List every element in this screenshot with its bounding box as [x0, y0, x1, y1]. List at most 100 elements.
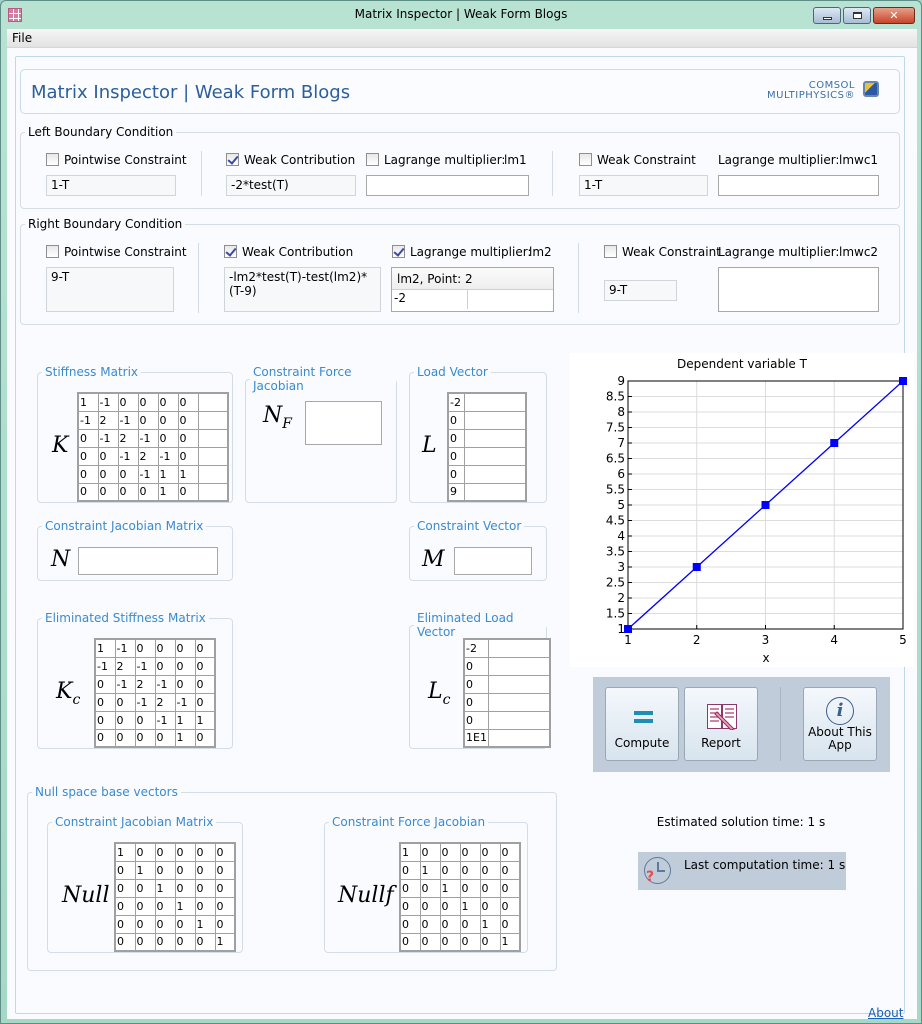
eliminated-load-table[interactable]: -2 0 0 0 0 1E1	[463, 638, 552, 748]
matrix-cell[interactable]: 0	[459, 914, 481, 934]
matrix-cell[interactable]	[197, 464, 229, 484]
matrix-cell[interactable]: 1	[94, 638, 116, 658]
matrix-cell[interactable]: 0	[447, 464, 465, 484]
matrix-cell[interactable]	[487, 656, 551, 676]
matrix-cell[interactable]: 0	[134, 728, 156, 748]
right-lagrange-table[interactable]: lm2, Point: 2 -2	[391, 267, 554, 312]
matrix-cell[interactable]: 0	[459, 932, 481, 952]
matrix-cell[interactable]: 0	[399, 878, 421, 898]
matrix-cell[interactable]	[463, 392, 527, 412]
lagrange-table-cell[interactable]	[468, 290, 553, 309]
left-weak-constraint-checkbox[interactable]: Weak Constraint	[579, 153, 696, 167]
matrix-cell[interactable]: 0	[439, 860, 461, 880]
matrix-cell[interactable]: 0	[114, 896, 136, 916]
matrix-cell[interactable]: 0	[399, 860, 421, 880]
matrix-cell[interactable]: 0	[77, 464, 99, 484]
matrix-cell[interactable]	[487, 674, 551, 694]
matrix-cell[interactable]: 0	[399, 914, 421, 934]
matrix-cell[interactable]: 0	[459, 842, 481, 862]
matrix-cell[interactable]: -1	[117, 446, 139, 466]
right-pointwise-checkbox[interactable]: Pointwise Constraint	[46, 245, 187, 259]
matrix-cell[interactable]	[487, 710, 551, 730]
left-lagrange-input[interactable]	[366, 175, 529, 196]
matrix-cell[interactable]: 0	[463, 692, 489, 712]
eliminated-stiffness-table[interactable]: 1 -1 0 0 0 0 -1 2 -1 0 0 0 0 -1 2 -1 0 0 0 0 -1 2 -1 0 0 0 0 -1 1 1 0 0…	[94, 638, 216, 748]
matrix-cell[interactable]: 1	[459, 896, 481, 916]
matrix-cell[interactable]: 0	[174, 674, 196, 694]
chart-panel[interactable]: Dependent variable T 1 1.5 2 2.5 3 3.5 4 4.5 5 5.…	[570, 353, 914, 667]
matrix-cell[interactable]: 0	[177, 446, 199, 466]
close-button[interactable]: ✕	[873, 7, 915, 24]
matrix-cell[interactable]: 0	[419, 878, 441, 898]
matrix-cell[interactable]	[197, 482, 229, 502]
matrix-cell[interactable]: 0	[154, 842, 176, 862]
matrix-cell[interactable]: 1	[174, 896, 196, 916]
matrix-cell[interactable]: 1	[419, 860, 441, 880]
matrix-cell[interactable]: 0	[194, 842, 216, 862]
matrix-cell[interactable]: 0	[154, 638, 176, 658]
matrix-cell[interactable]: 0	[194, 896, 216, 916]
constraint-force-jacobian-table[interactable]	[305, 401, 382, 445]
matrix-cell[interactable]: 0	[419, 914, 441, 934]
maximize-button[interactable]	[843, 7, 871, 24]
matrix-cell[interactable]: 0	[499, 842, 521, 862]
matrix-cell[interactable]: 0	[134, 914, 156, 934]
matrix-cell[interactable]: 0	[154, 932, 176, 952]
right-weak-contribution-checkbox[interactable]: Weak Contribution	[224, 245, 353, 259]
matrix-cell[interactable]: 0	[134, 878, 156, 898]
right-pointwise-input[interactable]: 9-T	[46, 267, 174, 312]
matrix-cell[interactable]: 0	[463, 710, 489, 730]
matrix-cell[interactable]: 0	[154, 728, 176, 748]
matrix-cell[interactable]: -1	[94, 656, 116, 676]
matrix-cell[interactable]: 0	[77, 482, 99, 502]
null-matrix-table[interactable]: 100000010000001000000100000010000001	[114, 842, 236, 952]
matrix-cell[interactable]: 1	[154, 878, 176, 898]
matrix-cell[interactable]: 0	[177, 482, 199, 502]
matrix-cell[interactable]: 0	[134, 842, 156, 862]
matrix-cell[interactable]: 0	[479, 860, 501, 880]
matrix-cell[interactable]	[463, 410, 527, 430]
matrix-cell[interactable]: 0	[447, 428, 465, 448]
compute-button[interactable]: Compute	[605, 687, 679, 761]
matrix-cell[interactable]: -1	[137, 428, 159, 448]
matrix-cell[interactable]: 0	[137, 392, 159, 412]
matrix-cell[interactable]: 0	[463, 656, 489, 676]
matrix-cell[interactable]: 0	[154, 656, 176, 676]
line-chart[interactable]: Dependent variable T 11.522.533.544.555.…	[570, 353, 914, 667]
about-link[interactable]: About	[868, 1006, 903, 1020]
matrix-cell[interactable]: 0	[154, 914, 176, 934]
matrix-cell[interactable]: 1	[134, 860, 156, 880]
matrix-cell[interactable]: 2	[134, 674, 156, 694]
matrix-cell[interactable]: 0	[114, 692, 136, 712]
matrix-cell[interactable]	[463, 428, 527, 448]
matrix-cell[interactable]: 0	[114, 878, 136, 898]
matrix-cell[interactable]: 0	[194, 638, 216, 658]
matrix-cell[interactable]: 0	[499, 914, 521, 934]
matrix-cell[interactable]: -1	[174, 692, 196, 712]
matrix-cell[interactable]: 0	[419, 896, 441, 916]
matrix-cell[interactable]: 0	[214, 842, 236, 862]
matrix-cell[interactable]: 0	[117, 464, 139, 484]
matrix-cell[interactable]: 0	[97, 446, 119, 466]
matrix-cell[interactable]: -1	[154, 710, 176, 730]
left-pointwise-input[interactable]: 1-T	[46, 175, 176, 196]
matrix-cell[interactable]: 1	[174, 710, 196, 730]
matrix-cell[interactable]: -1	[117, 410, 139, 430]
matrix-cell[interactable]: 0	[194, 932, 216, 952]
matrix-cell[interactable]: 0	[174, 842, 196, 862]
matrix-cell[interactable]: -1	[97, 392, 119, 412]
matrix-cell[interactable]	[463, 482, 527, 502]
matrix-cell[interactable]: 0	[154, 860, 176, 880]
matrix-cell[interactable]: 0	[499, 896, 521, 916]
matrix-cell[interactable]: -1	[114, 638, 136, 658]
matrix-cell[interactable]	[463, 464, 527, 484]
matrix-cell[interactable]: 0	[214, 860, 236, 880]
matrix-cell[interactable]: 1	[194, 710, 216, 730]
matrix-cell[interactable]: 0	[194, 692, 216, 712]
matrix-cell[interactable]	[487, 728, 551, 748]
matrix-cell[interactable]: 0	[419, 932, 441, 952]
constraint-jacobian-table[interactable]	[78, 547, 218, 575]
matrix-cell[interactable]: 0	[419, 842, 441, 862]
nullf-matrix-table[interactable]: 100000010000001000000100000010000001	[399, 842, 521, 952]
matrix-cell[interactable]: 0	[194, 674, 216, 694]
